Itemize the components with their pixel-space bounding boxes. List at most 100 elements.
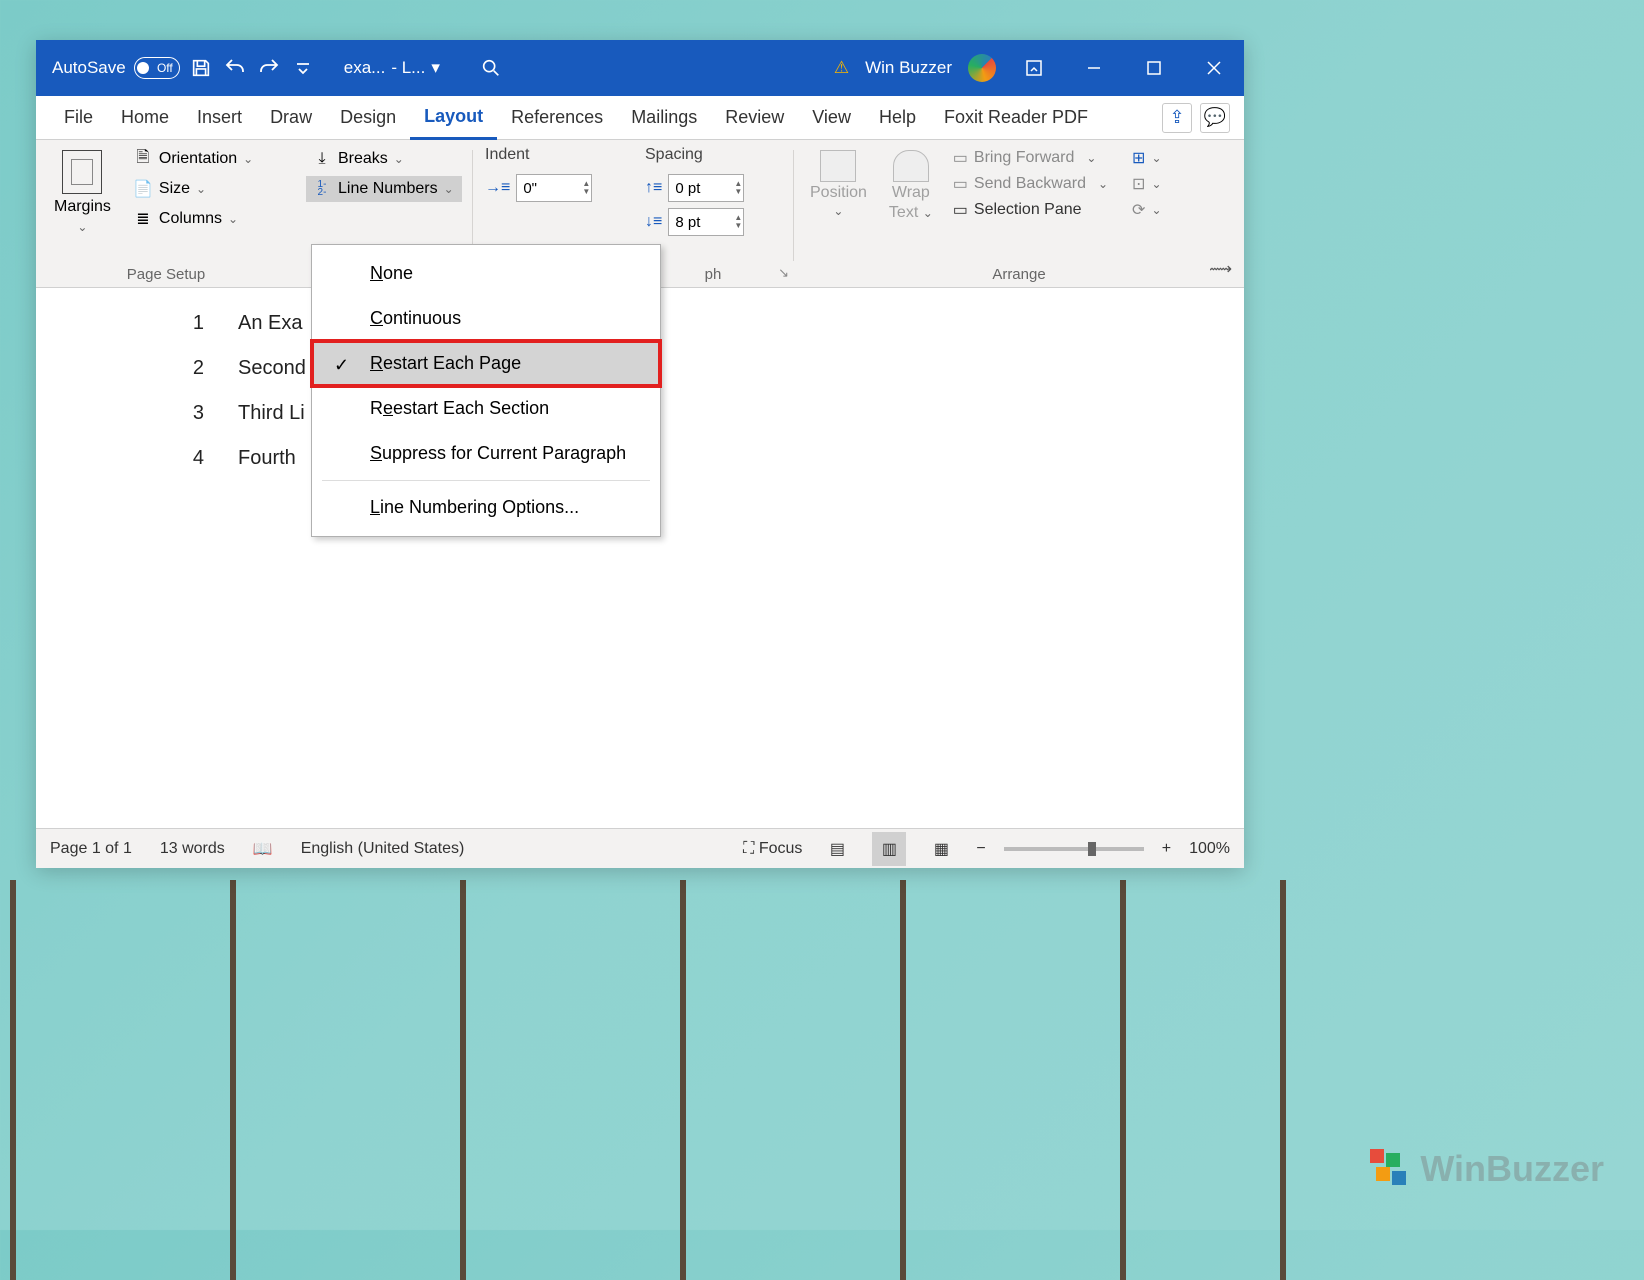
position-icon <box>820 150 856 182</box>
spacing-before-icon: ↑≡ <box>645 179 662 197</box>
search-icon[interactable] <box>478 55 504 81</box>
spacing-after-icon: ↓≡ <box>645 213 662 231</box>
close-button[interactable] <box>1192 48 1236 88</box>
spacing-after-input[interactable] <box>668 208 744 236</box>
columns-icon: ≣ <box>133 211 153 227</box>
position-button: Position⌄ <box>804 146 873 226</box>
document-name[interactable]: exa... - L... ▾ <box>344 58 440 78</box>
tab-layout[interactable]: Layout <box>410 96 497 140</box>
breaks-button[interactable]: ⤓Breaks⌄ <box>306 146 462 172</box>
dd-options[interactable]: Line Numbering Options... <box>312 485 660 530</box>
save-icon[interactable] <box>188 55 214 81</box>
divider <box>322 480 650 481</box>
wrap-text-button: Wrap Text ⌄ <box>883 146 939 226</box>
tab-help[interactable]: Help <box>865 96 930 140</box>
autosave-label: AutoSave <box>52 58 126 78</box>
line-numbers-dropdown: None Continuous ✓ Restart Each Page Rees… <box>311 244 661 537</box>
maximize-button[interactable] <box>1132 48 1176 88</box>
comments-button[interactable]: 💬 <box>1200 103 1230 133</box>
columns-button[interactable]: ≣Columns⌄ <box>127 206 259 232</box>
selection-pane-icon: ▭ <box>953 200 968 220</box>
tab-references[interactable]: References <box>497 96 617 140</box>
tab-view[interactable]: View <box>798 96 865 140</box>
spinner-down[interactable]: ▼ <box>582 188 590 196</box>
tab-design[interactable]: Design <box>326 96 410 140</box>
focus-mode-button[interactable]: ⛶ Focus <box>743 840 802 858</box>
tab-insert[interactable]: Insert <box>183 96 256 140</box>
web-layout-icon[interactable]: ▦ <box>924 832 958 866</box>
ribbon-tabs: File Home Insert Draw Design Layout Refe… <box>36 96 1244 140</box>
dd-restart-each-page[interactable]: ✓ Restart Each Page <box>312 341 660 386</box>
dd-continuous[interactable]: Continuous <box>312 296 660 341</box>
redo-icon[interactable] <box>256 55 282 81</box>
chevron-down-icon: ▾ <box>431 58 440 78</box>
rotate-icon: ⟳ <box>1132 200 1145 220</box>
paragraph-launcher[interactable]: ↘ <box>778 265 789 281</box>
line-number: 4 <box>186 447 204 470</box>
send-backward-icon: ▭ <box>953 174 968 194</box>
avatar[interactable] <box>968 54 996 82</box>
undo-icon[interactable] <box>222 55 248 81</box>
checkmark-icon: ✓ <box>334 355 349 376</box>
margins-icon <box>62 150 102 194</box>
tab-draw[interactable]: Draw <box>256 96 326 140</box>
wrap-text-icon <box>893 150 929 182</box>
breaks-icon: ⤓ <box>312 151 332 167</box>
autosave-toggle[interactable]: AutoSave Off <box>52 57 180 79</box>
orientation-button[interactable]: 🗎Orientation⌄ <box>127 146 259 172</box>
share-button[interactable]: ⇪ <box>1162 103 1192 133</box>
dd-restart-each-section[interactable]: Reestart Each Section <box>312 386 660 431</box>
bring-forward-button: ▭Bring Forward⌄ <box>949 146 1112 170</box>
spacing-before-input[interactable] <box>668 174 744 202</box>
winbuzzer-logo-icon <box>1370 1149 1410 1189</box>
zoom-in-button[interactable]: + <box>1162 840 1171 858</box>
tab-home[interactable]: Home <box>107 96 183 140</box>
line-number: 1 <box>186 312 204 335</box>
zoom-level[interactable]: 100% <box>1189 840 1230 858</box>
minimize-button[interactable] <box>1072 48 1116 88</box>
statusbar: Page 1 of 1 13 words 📖 English (United S… <box>36 828 1244 868</box>
pin-ribbon-icon[interactable]: ⟿ <box>1209 259 1232 279</box>
quick-access-more-icon[interactable] <box>290 55 316 81</box>
align-icon: ⊞ <box>1132 148 1145 168</box>
dd-suppress[interactable]: Suppress for Current Paragraph <box>312 431 660 476</box>
titlebar: AutoSave Off exa... - L... ▾ ⚠ Win Buzze… <box>36 40 1244 96</box>
selection-pane-button[interactable]: ▭Selection Pane <box>949 198 1112 222</box>
indent-label: Indent <box>485 146 621 164</box>
orientation-icon: 🗎 <box>133 151 153 167</box>
warning-icon[interactable]: ⚠ <box>834 58 849 78</box>
dd-none[interactable]: None <box>312 251 660 296</box>
tab-review[interactable]: Review <box>711 96 798 140</box>
autosave-state: Off <box>157 61 173 75</box>
group-label-arrange: Arrange <box>794 266 1244 283</box>
toggle-switch[interactable]: Off <box>134 57 180 79</box>
rotate-button: ⟳⌄ <box>1128 198 1165 222</box>
size-icon: 📄 <box>133 181 153 197</box>
line-numbers-button[interactable]: 1-2-Line Numbers⌄ <box>306 176 462 202</box>
zoom-slider[interactable] <box>1004 847 1144 851</box>
tab-foxit[interactable]: Foxit Reader PDF <box>930 96 1102 140</box>
align-button[interactable]: ⊞⌄ <box>1128 146 1165 170</box>
read-mode-icon[interactable]: ▤ <box>820 832 854 866</box>
size-button[interactable]: 📄Size⌄ <box>127 176 259 202</box>
indent-left-input[interactable] <box>516 174 592 202</box>
word-window: AutoSave Off exa... - L... ▾ ⚠ Win Buzze… <box>36 40 1244 868</box>
spell-check-icon[interactable]: 📖 <box>253 839 273 859</box>
word-count[interactable]: 13 words <box>160 840 225 858</box>
tab-file[interactable]: File <box>50 96 107 140</box>
language-indicator[interactable]: English (United States) <box>301 840 465 858</box>
user-name[interactable]: Win Buzzer <box>865 58 952 78</box>
margins-button[interactable]: Margins ⌄ <box>46 146 119 238</box>
group-label-page-setup: Page Setup <box>36 266 296 283</box>
ribbon-display-icon[interactable] <box>1012 48 1056 88</box>
line-number: 3 <box>186 402 204 425</box>
page-indicator[interactable]: Page 1 of 1 <box>50 840 132 858</box>
send-backward-button: ▭Send Backward⌄ <box>949 172 1112 196</box>
tab-mailings[interactable]: Mailings <box>617 96 711 140</box>
zoom-out-button[interactable]: − <box>976 840 985 858</box>
line-numbers-icon: 1-2- <box>312 181 332 197</box>
line-number: 2 <box>186 357 204 380</box>
watermark: WinBuzzer <box>1370 1148 1604 1190</box>
spacing-label: Spacing <box>645 146 781 164</box>
print-layout-icon[interactable]: ▥ <box>872 832 906 866</box>
